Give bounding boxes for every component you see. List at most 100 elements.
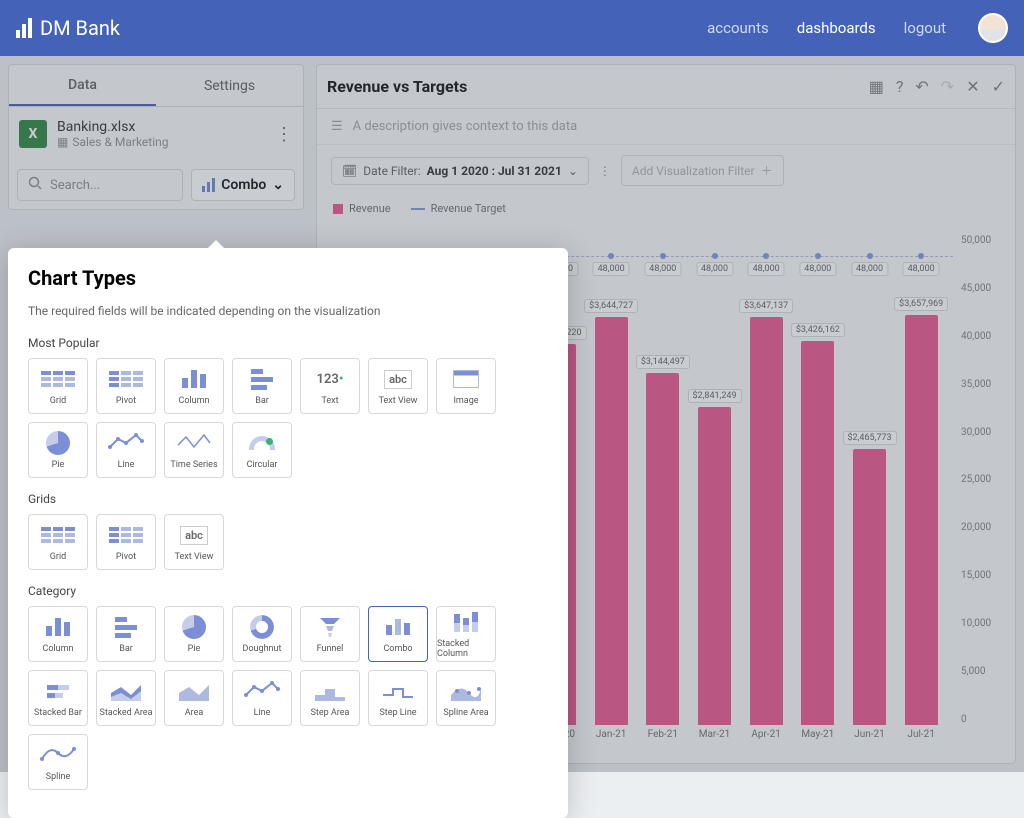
chart-type-tile-pivot[interactable]: Pivot: [96, 358, 156, 414]
tile-icon: [244, 430, 280, 456]
section-header: Category: [28, 584, 548, 598]
chart-type-tile-spline-area[interactable]: Spline Area: [436, 670, 496, 726]
tile-icon: [380, 614, 416, 640]
section-header: Grids: [28, 492, 548, 506]
logo-icon: [16, 18, 32, 38]
top-bar: DM Bank accounts dashboards logout: [0, 0, 1024, 56]
tile-label: Circular: [247, 460, 278, 470]
nav-accounts[interactable]: accounts: [707, 19, 769, 37]
tile-icon: abc: [380, 366, 416, 392]
tile-icon: [448, 609, 484, 635]
tile-icon: 123•: [312, 366, 348, 392]
chart-type-tile-text[interactable]: 123• Text: [300, 358, 360, 414]
chart-type-tile-line[interactable]: Line: [96, 422, 156, 478]
tile-icon: [176, 614, 212, 640]
logo: DM Bank: [16, 16, 120, 40]
chart-type-tile-time-series[interactable]: Time Series: [164, 422, 224, 478]
tile-icon: [40, 430, 76, 456]
tile-icon: [108, 678, 144, 704]
chart-type-tile-pivot[interactable]: Pivot: [96, 514, 156, 570]
tile-label: Bar: [119, 644, 133, 654]
chart-type-tile-stacked-column[interactable]: Stacked Column: [436, 606, 496, 662]
chart-type-tile-circular[interactable]: Circular: [232, 422, 292, 478]
tile-label: Funnel: [317, 644, 344, 654]
section-header: Most Popular: [28, 336, 548, 350]
popup-note: The required fields will be indicated de…: [28, 304, 548, 318]
chart-types-popup: Chart Types The required fields will be …: [8, 248, 568, 818]
tile-label: Grid: [50, 552, 66, 562]
chart-type-tile-step-area[interactable]: Step Area: [300, 670, 360, 726]
tile-label: Column: [42, 644, 73, 654]
tile-label: Bar: [255, 396, 269, 406]
chart-type-tile-step-line[interactable]: Step Line: [368, 670, 428, 726]
app-title: DM Bank: [40, 16, 120, 40]
tile-icon: [108, 430, 144, 456]
tile-label: Time Series: [170, 460, 217, 470]
tile-label: Pie: [52, 460, 65, 470]
tile-icon: [40, 522, 76, 548]
tile-icon: [448, 678, 484, 704]
chart-type-tile-column[interactable]: Column: [164, 358, 224, 414]
popup-title: Chart Types: [28, 266, 548, 290]
tile-label: Stacked Column: [437, 639, 495, 659]
chart-type-tile-combo[interactable]: Combo: [368, 606, 428, 662]
tile-label: Spline: [46, 772, 71, 782]
tile-icon: abc: [176, 522, 212, 548]
chart-type-tile-pie[interactable]: Pie: [164, 606, 224, 662]
tile-icon: [108, 522, 144, 548]
tile-icon: [244, 366, 280, 392]
chart-type-tile-stacked-area[interactable]: Stacked Area: [96, 670, 156, 726]
tile-icon: [312, 614, 348, 640]
tile-icon: [244, 614, 280, 640]
tile-label: Text View: [175, 552, 214, 562]
tile-label: Pivot: [116, 552, 136, 562]
tile-icon: [108, 614, 144, 640]
chart-type-tile-stacked-bar[interactable]: Stacked Bar: [28, 670, 88, 726]
tile-label: Spline Area: [443, 708, 488, 718]
tile-label: Line: [254, 708, 271, 718]
chart-type-tile-pie[interactable]: Pie: [28, 422, 88, 478]
avatar[interactable]: [978, 13, 1008, 43]
tile-icon: [108, 366, 144, 392]
chart-type-tile-text-view[interactable]: abc Text View: [368, 358, 428, 414]
tile-icon: [312, 678, 348, 704]
chart-type-tile-funnel[interactable]: Funnel: [300, 606, 360, 662]
chart-type-tile-image[interactable]: Image: [436, 358, 496, 414]
tile-label: Step Area: [311, 708, 350, 718]
chart-type-tile-bar[interactable]: Bar: [232, 358, 292, 414]
nav-logout[interactable]: logout: [904, 19, 946, 37]
tile-icon: [176, 678, 212, 704]
chart-type-tile-spline[interactable]: Spline: [28, 734, 88, 790]
tile-label: Stacked Area: [100, 708, 153, 718]
nav-dashboards[interactable]: dashboards: [797, 19, 876, 37]
chart-type-tile-column[interactable]: Column: [28, 606, 88, 662]
chart-type-tile-bar[interactable]: Bar: [96, 606, 156, 662]
tile-icon: [176, 366, 212, 392]
tile-icon: [40, 366, 76, 392]
tile-label: Grid: [50, 396, 66, 406]
tile-label: Text View: [379, 396, 418, 406]
tile-label: Image: [453, 396, 478, 406]
tile-icon: [40, 742, 76, 768]
chart-type-tile-grid[interactable]: Grid: [28, 358, 88, 414]
top-nav: accounts dashboards logout: [707, 13, 1008, 43]
tile-label: Text: [321, 396, 338, 406]
tile-icon: [176, 430, 212, 456]
chart-type-tile-area[interactable]: Area: [164, 670, 224, 726]
tile-icon: [40, 678, 76, 704]
tile-label: Combo: [383, 644, 412, 654]
chart-type-tile-line[interactable]: Line: [232, 670, 292, 726]
chart-type-tile-text-view[interactable]: abc Text View: [164, 514, 224, 570]
tile-icon: [448, 366, 484, 392]
tile-label: Area: [185, 708, 204, 718]
tile-label: Doughnut: [243, 644, 282, 654]
tile-icon: [244, 678, 280, 704]
chart-type-tile-doughnut[interactable]: Doughnut: [232, 606, 292, 662]
tile-label: Pivot: [116, 396, 136, 406]
tile-label: Line: [118, 460, 135, 470]
tile-icon: [380, 678, 416, 704]
chart-type-tile-grid[interactable]: Grid: [28, 514, 88, 570]
tile-label: Pie: [188, 644, 201, 654]
tile-label: Stacked Bar: [34, 708, 82, 718]
tile-icon: [40, 614, 76, 640]
